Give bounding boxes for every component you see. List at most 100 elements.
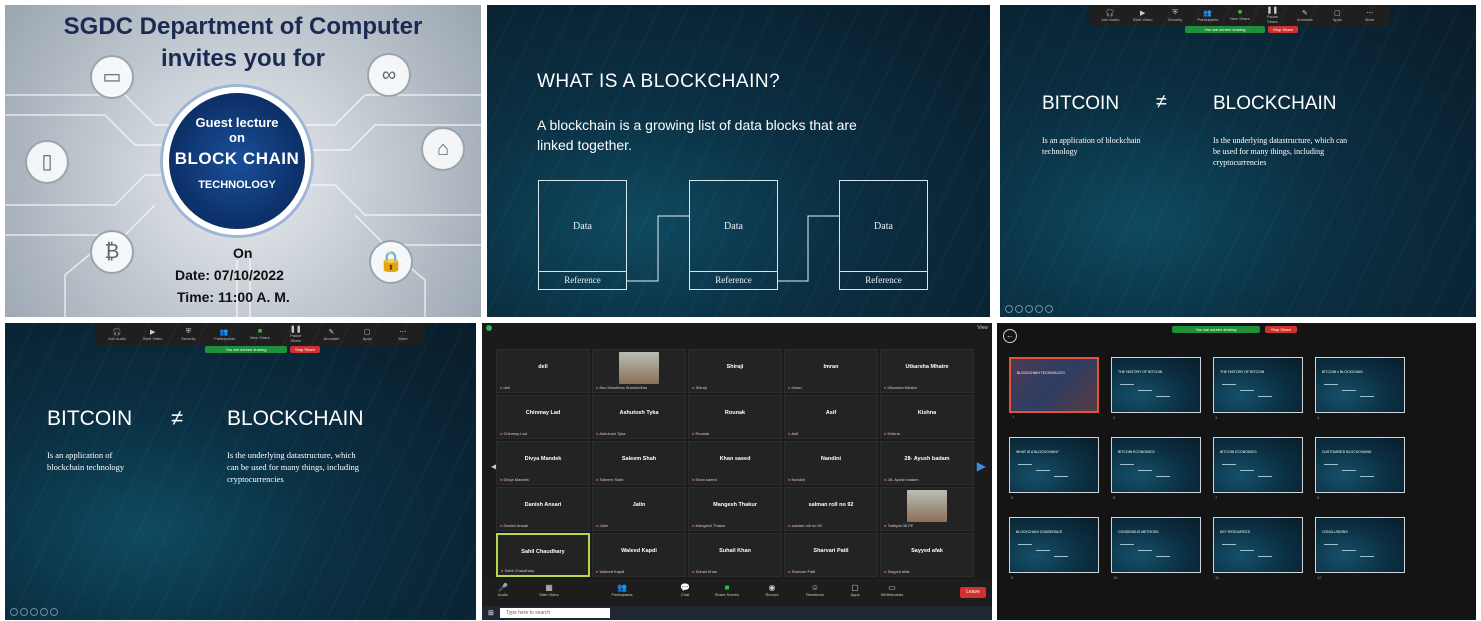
taskbar-search-input[interactable]: Type here to search bbox=[500, 608, 610, 618]
participant-tile[interactable]: salman roll no 92 salman roll no 92 bbox=[784, 487, 878, 531]
tb-apps[interactable]: ▢ Apps bbox=[1327, 9, 1347, 22]
slideshow-controls-2[interactable] bbox=[10, 608, 58, 616]
ctrl-participants[interactable]: 👥 Participants bbox=[607, 583, 637, 597]
participant-name: salman roll no 92 bbox=[808, 502, 854, 508]
participant-tile[interactable]: 28- Ayush badam 28- Ayush badam bbox=[880, 441, 974, 485]
ctrl-reactions[interactable]: ☺ Reactions bbox=[800, 583, 830, 597]
participant-tile[interactable]: Mangesh Thakur Mangesh Thakur bbox=[688, 487, 782, 531]
participant-tile[interactable]: Khan saeed Khan saeed bbox=[688, 441, 782, 485]
participant-tile[interactable]: Rounak Rounak bbox=[688, 395, 782, 439]
slide-thumb[interactable]: BLOCKCHAIN CONSENSUS 9 bbox=[1009, 517, 1099, 580]
thumb-text-line bbox=[1342, 390, 1356, 391]
windows-taskbar: ⊞ Type here to search bbox=[482, 606, 992, 620]
participant-tile[interactable]: dell dell bbox=[496, 349, 590, 393]
next-page-icon[interactable]: ▶ bbox=[977, 459, 986, 473]
thumb-text-line bbox=[1240, 470, 1254, 471]
tb2-pause-share[interactable]: ❚❚ Pause Share bbox=[286, 325, 306, 343]
participant-tile[interactable]: Divya Mandek Divya Mandek bbox=[496, 441, 590, 485]
lock-icon: 🔒 bbox=[369, 240, 413, 284]
left-title: BITCOIN bbox=[1042, 93, 1120, 114]
slide-thumb[interactable]: BITCOIN ECONOMICS 6 bbox=[1111, 437, 1201, 500]
participant-tile[interactable]: Kishna Kishna bbox=[880, 395, 974, 439]
thumb-text-line bbox=[1120, 544, 1134, 545]
participant-tile[interactable]: Sayyed afak Sayyed afak bbox=[880, 533, 974, 577]
tb-pause-share[interactable]: ❚❚ Pause Share bbox=[1262, 6, 1282, 24]
stop-share-button[interactable]: Stop Share bbox=[1268, 26, 1298, 33]
ctrl-chat[interactable]: 💬 Chat bbox=[670, 583, 700, 597]
slide-thumb[interactable]: CONCLUSIONS 12 bbox=[1315, 517, 1405, 580]
participant-tile[interactable]: Saleem Shah Saleem Shah bbox=[592, 441, 686, 485]
participant-label: Asif bbox=[788, 431, 798, 436]
participant-tile[interactable]: Imran Imran bbox=[784, 349, 878, 393]
slide-thumb[interactable]: CUSTOMISED BLOCKCHAINS 8 bbox=[1315, 437, 1405, 500]
participant-label: Jatin bbox=[596, 523, 608, 528]
slide-thumb[interactable]: KEY RESOURCES 11 bbox=[1213, 517, 1303, 580]
slide-thumb[interactable]: BITCOIN ECONOMICS 7 bbox=[1213, 437, 1303, 500]
slide-sorter-view: ← You are screen sharing Stop Share BLOC… bbox=[997, 323, 1476, 620]
ctrl-audio[interactable]: 🎤 Audio bbox=[488, 583, 518, 597]
slide-thumb[interactable]: CONSENSUS METHODS 10 bbox=[1111, 517, 1201, 580]
slide-thumb-title: KEY RESOURCES bbox=[1220, 530, 1251, 534]
tb2-security[interactable]: ⛨ Security bbox=[178, 328, 198, 341]
participant-tile[interactable]: Chinmay Lad Chinmay Lad bbox=[496, 395, 590, 439]
block-2-data: Data bbox=[724, 221, 743, 232]
thumb-text-line bbox=[1258, 396, 1272, 397]
tb2-annotate[interactable]: ✎ Annotate bbox=[321, 328, 341, 341]
ctrl-apps[interactable]: ▢ Apps bbox=[840, 583, 870, 597]
slide-thumb[interactable]: THE HISTORY OF BITCOIN 2 bbox=[1111, 357, 1201, 420]
slide-heading: WHAT IS A BLOCKCHAIN? bbox=[537, 71, 781, 92]
windows-start-icon[interactable]: ⊞ bbox=[488, 609, 494, 617]
participant-tile[interactable]: Utkarsha Mhatre Utkarsha Mhatre bbox=[880, 349, 974, 393]
participant-tile[interactable]: Nandini Nandini bbox=[784, 441, 878, 485]
slide-thumb[interactable]: THE HISTORY OF BITCOIN 3 bbox=[1213, 357, 1303, 420]
participant-tile[interactable]: Ashutosh Tyka Ashutosh Tyka bbox=[592, 395, 686, 439]
tb2-apps[interactable]: ▢ Apps bbox=[357, 328, 377, 341]
tb-participants[interactable]: 👥 Participants bbox=[1198, 9, 1219, 22]
tb-more[interactable]: ⋯ More bbox=[1360, 9, 1380, 22]
tb-annotate[interactable]: ✎ Annotate bbox=[1295, 9, 1315, 22]
tb-join-audio[interactable]: 🎧 Join Audio bbox=[1100, 9, 1120, 22]
tb-start-video[interactable]: ▶ Start Video bbox=[1133, 9, 1153, 22]
slide-thumb-title: BLOCKCHAIN CONSENSUS bbox=[1016, 530, 1062, 534]
participant-tile[interactable]: Shiraji Shiraji bbox=[688, 349, 782, 393]
tb-security[interactable]: ⛨ Security bbox=[1165, 9, 1185, 22]
tb2-start-video[interactable]: ▶ Start Video bbox=[143, 328, 163, 341]
slide-thumb[interactable]: BITCOIN ≠ BLOCKCHAIN 4 bbox=[1315, 357, 1405, 420]
tb2-participants[interactable]: 👥 Participants bbox=[214, 328, 235, 341]
participant-tile[interactable]: Waleed Kapdi Waleed Kapdi bbox=[592, 533, 686, 577]
participant-name: Kishna bbox=[917, 410, 937, 416]
thumb-text-line bbox=[1222, 464, 1236, 465]
participant-tile[interactable]: Anu Harshima Shankhdhar bbox=[592, 349, 686, 393]
stop-share-button-2[interactable]: Stop Share bbox=[290, 346, 320, 353]
slide-thumb[interactable]: WHAT IS A BLOCKCHAIN? 5 bbox=[1009, 437, 1099, 500]
leave-button[interactable]: Leave bbox=[960, 587, 986, 598]
back-arrow-icon[interactable]: ← bbox=[1003, 329, 1017, 343]
participant-tile[interactable]: Danish Ansari Danish Ansari bbox=[496, 487, 590, 531]
tb2-new-share[interactable]: ■ New Share bbox=[250, 328, 270, 340]
slideshow-controls[interactable] bbox=[1005, 305, 1053, 313]
slide-thumb-title: CUSTOMISED BLOCKCHAINS bbox=[1322, 450, 1372, 454]
participant-label: Shiraji bbox=[692, 385, 707, 390]
participant-tile[interactable]: Sahil Chaudhary Sahil Chaudhary bbox=[496, 533, 590, 577]
participant-tile[interactable]: Asif Asif bbox=[784, 395, 878, 439]
share-toolbar: 🎧 Join Audio ▶ Start Video ⛨ Security 👥 Part… bbox=[1090, 5, 1390, 25]
view-button[interactable]: View bbox=[977, 325, 988, 331]
tb-new-share[interactable]: ■ New Share bbox=[1230, 9, 1250, 21]
tb2-more[interactable]: ⋯ More bbox=[393, 328, 413, 341]
participant-label: Khan saeed bbox=[692, 477, 717, 482]
invitation-poster: SGDC Department of Computer invites you … bbox=[5, 5, 481, 317]
ctrl-record[interactable]: ◉ Record bbox=[757, 583, 787, 597]
participant-tile[interactable]: Jatin Jatin bbox=[592, 487, 686, 531]
tb2-join-audio[interactable]: 🎧 Join Audio bbox=[107, 328, 127, 341]
thumb-text-line bbox=[1324, 544, 1338, 545]
ctrl-whiteboards[interactable]: ▭ Whiteboards bbox=[877, 583, 907, 597]
participant-tile[interactable]: Suhail Khan Suhail Khan bbox=[688, 533, 782, 577]
participant-tile[interactable]: Sharvari Patil Sharvari Patil bbox=[784, 533, 878, 577]
ctrl-start-video[interactable]: ▦ Start Video bbox=[534, 583, 564, 597]
participant-tile[interactable]: Tadhpal 36 FE bbox=[880, 487, 974, 531]
ctrl-share-screen[interactable]: ■ Share Screen bbox=[712, 583, 742, 597]
thumb-text-line bbox=[1222, 384, 1236, 385]
stop-share-button-3[interactable]: Stop Share bbox=[1265, 326, 1297, 333]
slide-thumb[interactable]: BLOCKCHAIN TECHNOLOGY 1 bbox=[1009, 357, 1099, 419]
thumb-text-line bbox=[1360, 396, 1374, 397]
